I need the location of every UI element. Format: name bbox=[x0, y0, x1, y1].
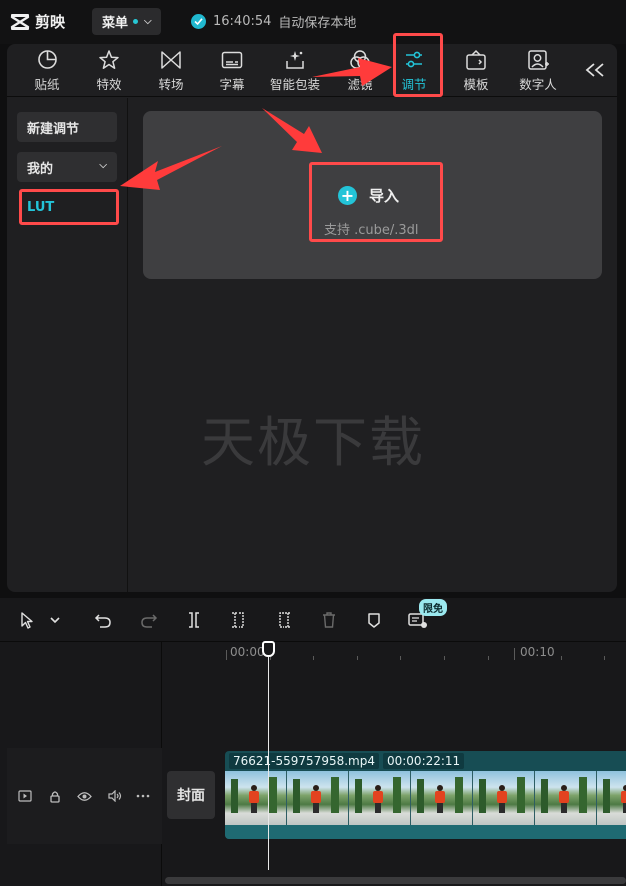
ruler-tick bbox=[444, 656, 445, 660]
select-tool-button[interactable] bbox=[16, 609, 38, 631]
shield-marker-icon bbox=[368, 613, 380, 628]
arrow-to-adjust-icon bbox=[312, 58, 392, 86]
eye-icon[interactable] bbox=[76, 788, 92, 804]
arrow-to-lut-icon bbox=[120, 146, 222, 190]
ruler-tick bbox=[313, 656, 314, 660]
trim-right-icon bbox=[279, 612, 291, 628]
redo-icon bbox=[141, 614, 158, 628]
timeline-panel: 限免 00:00 00:10 封面 76621-559757958.mp4 00… bbox=[0, 598, 626, 886]
select-mode-dropdown[interactable] bbox=[44, 609, 66, 631]
ruler-label: 00:10 bbox=[520, 645, 555, 659]
ruler-tick bbox=[488, 656, 489, 660]
thumbnail-frame bbox=[349, 771, 411, 825]
marker-button[interactable] bbox=[363, 609, 385, 631]
trash-icon bbox=[323, 612, 335, 628]
track-type-video-icon bbox=[17, 788, 33, 804]
more-options-icon[interactable] bbox=[135, 788, 151, 804]
trim-right-button[interactable] bbox=[273, 609, 295, 631]
playhead-handle[interactable] bbox=[262, 641, 275, 657]
free-badge: 限免 bbox=[419, 599, 447, 616]
thumbnail-frame bbox=[535, 771, 597, 825]
delete-button[interactable] bbox=[318, 609, 340, 631]
clip-thumbnails bbox=[225, 771, 626, 825]
ruler-tick bbox=[357, 656, 358, 660]
clip-filename: 76621-559757958.mp4 bbox=[229, 753, 379, 769]
chevron-down-icon bbox=[50, 617, 60, 624]
clip-header: 76621-559757958.mp4 00:00:22:11 bbox=[229, 753, 465, 769]
cover-label: 封面 bbox=[177, 788, 205, 804]
trim-left-button[interactable] bbox=[228, 609, 250, 631]
clip-audio-strip bbox=[225, 825, 626, 839]
thumbnail-frame bbox=[473, 771, 535, 825]
thumbnail-frame bbox=[597, 771, 626, 825]
annotation-arrows bbox=[120, 58, 392, 190]
ruler-tick bbox=[226, 650, 227, 660]
redo-button[interactable] bbox=[138, 609, 160, 631]
ruler-tick bbox=[400, 656, 401, 660]
arrow-to-import-icon bbox=[262, 108, 322, 153]
thumbnail-frame bbox=[411, 771, 473, 825]
timeline-toolbar: 限免 bbox=[0, 598, 626, 642]
split-icon bbox=[189, 612, 199, 628]
video-clip[interactable]: 76621-559757958.mp4 00:00:22:11 bbox=[225, 751, 626, 839]
time-ruler[interactable]: 00:00 00:10 bbox=[226, 642, 626, 664]
lock-icon[interactable] bbox=[47, 788, 63, 804]
thumbnail-frame bbox=[225, 771, 287, 825]
undo-icon bbox=[94, 614, 111, 628]
video-track-header bbox=[7, 748, 162, 844]
split-button[interactable] bbox=[183, 609, 205, 631]
speaker-icon[interactable] bbox=[106, 788, 122, 804]
ruler-label: 00:00 bbox=[230, 645, 265, 659]
timeline-scrollbar[interactable] bbox=[165, 877, 626, 884]
ruler-tick bbox=[561, 656, 562, 660]
ruler-tick bbox=[514, 648, 515, 660]
cover-button[interactable]: 封面 bbox=[167, 771, 215, 819]
undo-button[interactable] bbox=[92, 609, 114, 631]
cursor-arrow-icon bbox=[21, 612, 33, 629]
ruler-tick bbox=[604, 656, 605, 660]
playhead-line[interactable] bbox=[268, 642, 269, 870]
thumbnail-frame bbox=[287, 771, 349, 825]
app-window: 剪映 菜单 ⌵ 16:40:54 自动保存本地 贴纸 特效 转场 字幕 智能包装… bbox=[0, 0, 626, 886]
trim-left-icon bbox=[232, 612, 244, 628]
clip-duration: 00:00:22:11 bbox=[382, 753, 465, 769]
